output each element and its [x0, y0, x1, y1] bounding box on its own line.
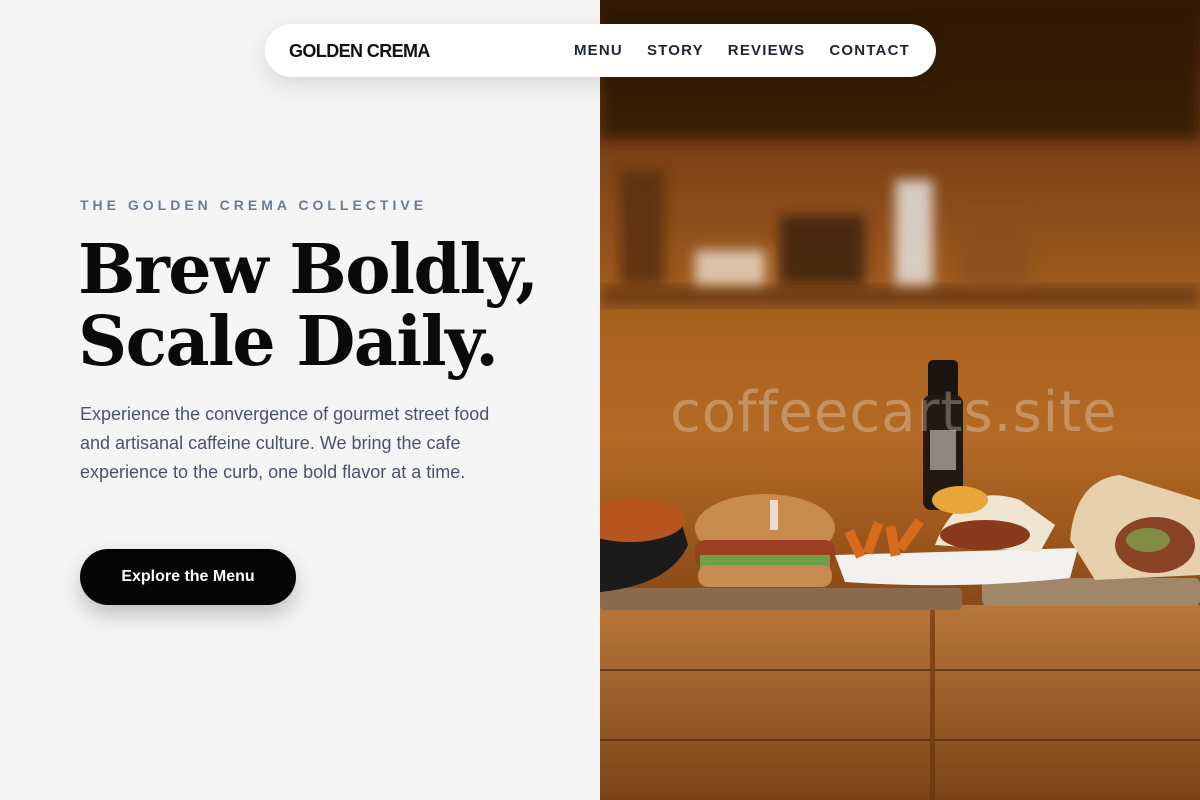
hero-description: Experience the convergence of gourmet st…: [80, 404, 490, 482]
hero-eyebrow: THE GOLDEN CREMA COLLECTIVE: [80, 197, 428, 213]
nav-link-menu[interactable]: MENU: [574, 42, 623, 59]
hero-headline-line-1: Brew Boldly,: [78, 230, 539, 310]
top-navigation: GOLDEN CREMA MENU STORY REVIEWS CONTACT: [265, 24, 936, 77]
hero-text-panel: THE GOLDEN CREMA COLLECTIVE Brew Boldly,…: [0, 0, 600, 800]
nav-link-reviews[interactable]: REVIEWS: [728, 42, 806, 59]
brand-logo[interactable]: GOLDEN CREMA: [289, 41, 430, 62]
nav-link-contact[interactable]: CONTACT: [829, 42, 910, 59]
photo-watermark: coffeecarts.site: [670, 380, 1118, 445]
hero-photo: coffeecarts.site: [600, 0, 1200, 800]
hero-headline-line-2: Scale Daily.: [78, 302, 499, 382]
nav-link-story[interactable]: STORY: [647, 42, 704, 59]
nav-links: MENU STORY REVIEWS CONTACT: [574, 42, 910, 59]
hero-headline: Brew Boldly, Scale Daily.: [78, 234, 578, 378]
explore-menu-button[interactable]: Explore the Menu: [80, 549, 296, 605]
